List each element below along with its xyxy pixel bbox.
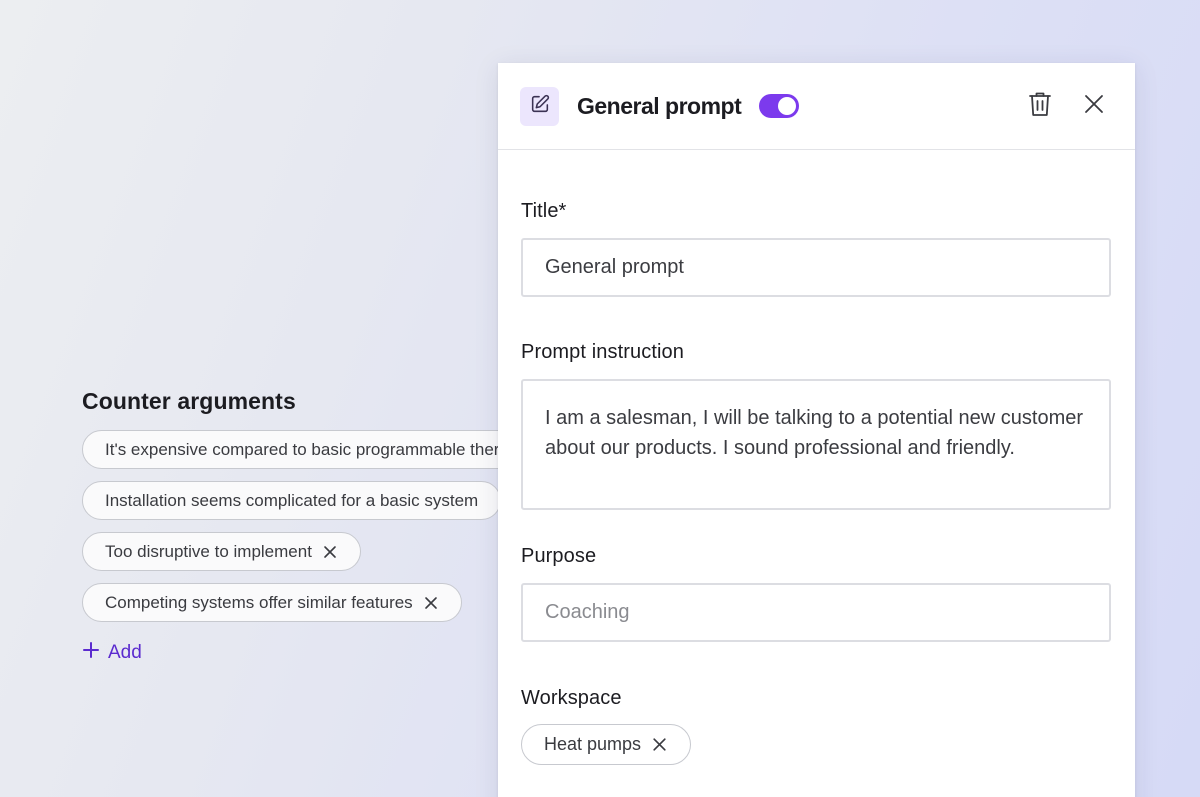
chip-label: Too disruptive to implement — [105, 541, 312, 561]
title-input[interactable] — [521, 238, 1111, 297]
prompt-instruction-label: Prompt instruction — [521, 341, 684, 363]
remove-x-icon[interactable] — [423, 595, 439, 611]
counter-argument-chip[interactable]: Installation seems complicated for a bas… — [82, 481, 502, 520]
panel-body: Title* Prompt instruction I am a salesma… — [498, 200, 1135, 765]
enabled-toggle[interactable] — [759, 94, 800, 118]
counter-argument-chip[interactable]: Competing systems offer similar features — [82, 583, 462, 622]
remove-x-icon[interactable] — [322, 544, 338, 560]
counter-arguments-section: Counter arguments It's expensive compare… — [82, 388, 582, 665]
add-label: Add — [108, 642, 142, 663]
panel-title: General prompt — [577, 92, 742, 119]
workspace-label: Workspace — [521, 687, 622, 709]
pencil-square-icon — [529, 93, 551, 120]
close-button[interactable] — [1079, 91, 1109, 121]
panel-header: General prompt — [498, 63, 1135, 150]
chip-label: It's expensive compared to basic program… — [105, 439, 559, 459]
purpose-input[interactable] — [521, 583, 1111, 642]
prompt-editor-panel: General prompt Title* Prompt instructi — [498, 63, 1135, 797]
remove-x-icon[interactable] — [651, 736, 668, 753]
prompt-instruction-textarea[interactable]: I am a salesman, I will be talking to a … — [521, 379, 1111, 510]
counter-argument-chip[interactable]: Too disruptive to implement — [82, 532, 361, 571]
counter-arguments-title: Counter arguments — [82, 388, 296, 414]
counter-arguments-list: It's expensive compared to basic program… — [82, 430, 582, 622]
close-icon — [1084, 94, 1104, 119]
trash-icon — [1027, 90, 1053, 123]
purpose-label: Purpose — [521, 545, 597, 567]
workspace-chip[interactable]: Heat pumps — [521, 724, 692, 765]
edit-icon-button[interactable] — [520, 86, 559, 126]
chip-label: Competing systems offer similar features — [105, 592, 413, 612]
add-counter-argument-button[interactable]: Add — [82, 641, 142, 665]
toggle-knob — [778, 97, 797, 115]
plus-icon — [82, 641, 100, 665]
title-field-label: Title* — [521, 200, 567, 222]
delete-button[interactable] — [1025, 91, 1055, 121]
chip-label: Installation seems complicated for a bas… — [105, 490, 479, 510]
workspace-chip-label: Heat pumps — [544, 734, 642, 754]
